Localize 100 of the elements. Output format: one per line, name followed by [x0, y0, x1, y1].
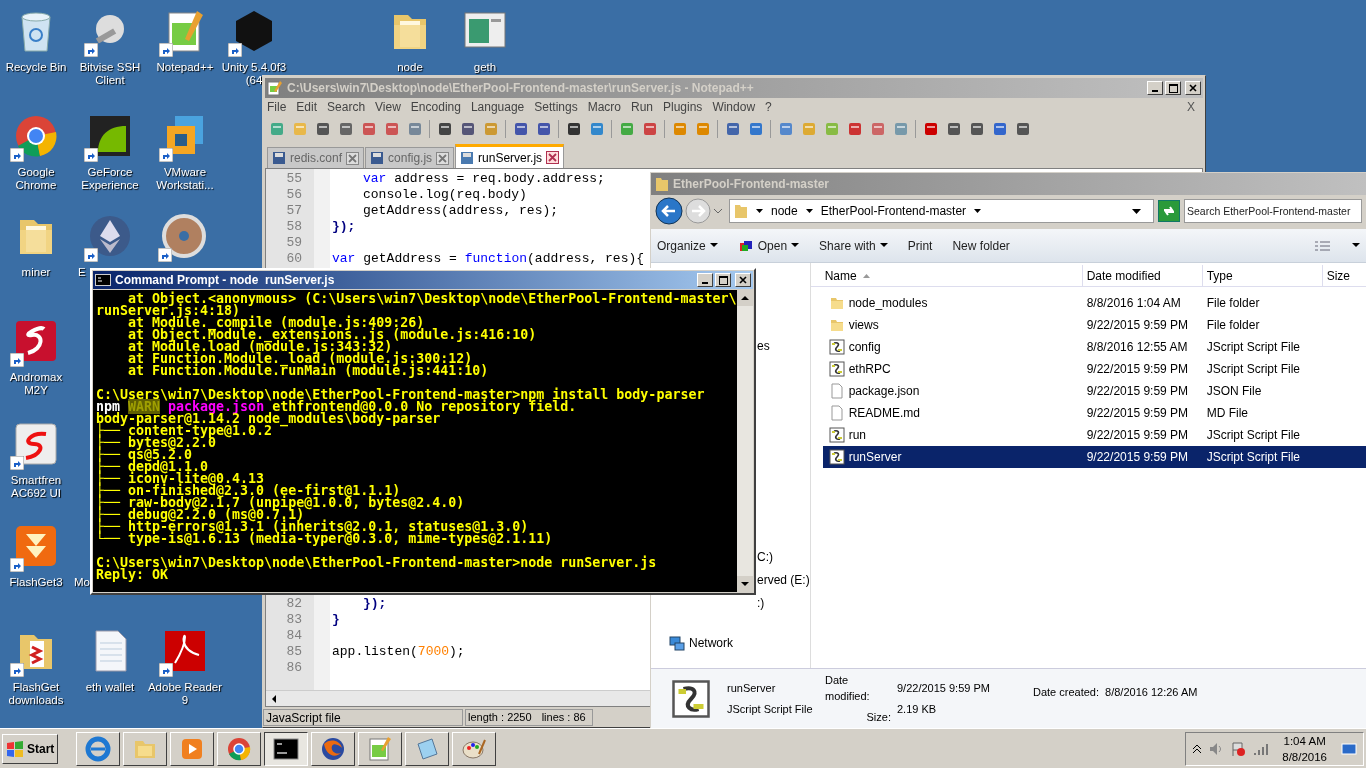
menu-item[interactable]: File [267, 98, 287, 116]
horizontal-scrollbar[interactable] [266, 690, 650, 706]
file-row[interactable]: views 9/22/2015 9:59 PM File folder [822, 314, 1366, 336]
flag-icon[interactable] [1230, 740, 1247, 757]
cube-icon [737, 238, 754, 253]
desktop-icon-label[interactable]: eth wallet [85, 681, 135, 694]
taskbar-button[interactable] [264, 731, 309, 766]
menu-item[interactable]: Encoding [410, 98, 461, 116]
nav-item[interactable]: es [757, 337, 810, 355]
clock-date[interactable]: 8/8/2016 [1282, 748, 1327, 765]
back-icon[interactable] [655, 197, 683, 225]
desktop-icon-label[interactable]: E [78, 266, 86, 279]
menu-item[interactable]: Run [631, 98, 653, 116]
maximize-button[interactable] [1165, 81, 1181, 95]
file-row[interactable]: runServer 9/22/2015 9:59 PM JScript Script File [822, 446, 1366, 468]
desktop-icon-label[interactable]: Recycle Bin [5, 61, 67, 74]
chevron-icon[interactable] [756, 208, 763, 214]
desktop-icon-label[interactable]: geth [473, 61, 497, 74]
file-tab[interactable]: redis.conf [267, 147, 365, 168]
show-desktop-icon[interactable] [1341, 740, 1357, 757]
clock-time[interactable]: 1:04 AM [1283, 732, 1326, 749]
caret-icon[interactable] [1352, 243, 1360, 248]
desktop-icon-label[interactable]: Notepad++ [156, 61, 214, 74]
desktop-icon-label[interactable]: Adobe Reader 9 [147, 681, 223, 707]
file-row[interactable]: run 9/22/2015 9:59 PM JScript Script File [822, 424, 1366, 446]
close-icon[interactable] [546, 151, 560, 164]
maximize-button[interactable] [715, 273, 731, 287]
file-tab[interactable]: config.js [365, 147, 455, 168]
nav-item[interactable]: Network [669, 634, 810, 652]
column-header[interactable]: Size [1322, 265, 1366, 286]
toolbar-icon [724, 121, 741, 137]
breadcrumb[interactable]: EtherPool-Frontend-master [820, 202, 967, 220]
nav-item[interactable]: :) [757, 594, 810, 612]
minimize-button[interactable] [697, 273, 713, 287]
toolbar-button[interactable]: Organize [657, 236, 718, 255]
toolbar-icon [641, 121, 658, 137]
menu-item[interactable]: Window [712, 98, 756, 116]
menu-item[interactable]: View [375, 98, 401, 116]
desktop-icon-label[interactable]: FlashGet3 [9, 576, 63, 589]
desktop-icon-label[interactable]: Smartfren AC692 UI [10, 474, 62, 500]
toolbar-button[interactable]: Print [907, 236, 933, 255]
desktop-icon-label[interactable]: Mo [74, 576, 90, 589]
file-date: 8/8/2016 1:04 AM [1085, 295, 1182, 312]
menu-item[interactable]: Edit [296, 98, 318, 116]
fox-globe-icon [320, 735, 347, 762]
desktop-icon-label[interactable]: GeForce Experience [81, 166, 139, 192]
desktop-icon-label[interactable]: FlashGet downloads [8, 681, 64, 707]
desktop-icon-label[interactable]: Bitvise SSH Client [79, 61, 141, 87]
shortcut-arrow-icon [84, 43, 98, 57]
chevron-icon[interactable] [974, 208, 982, 214]
close-icon[interactable] [436, 151, 450, 165]
file-row[interactable]: node_modules 8/8/2016 1:04 AM File folder [822, 292, 1366, 314]
scroll-down-icon[interactable] [737, 576, 753, 592]
vertical-scrollbar[interactable] [737, 290, 753, 592]
close-icon[interactable] [346, 151, 360, 165]
chevron-icon[interactable] [805, 208, 813, 214]
start-button[interactable]: Start [2, 733, 59, 764]
toolbar-icon [800, 121, 817, 137]
menu-item[interactable]: Search [327, 98, 366, 116]
menu-item[interactable]: Macro [587, 98, 621, 116]
file-row[interactable]: config 8/8/2016 12:55 AM JScript Script File [822, 336, 1366, 358]
file-row[interactable]: ethRPC 9/22/2015 9:59 PM JScript Script File [822, 358, 1366, 380]
menu-item[interactable]: Plugins [663, 98, 703, 116]
address-bar[interactable]: node EtherPool-Frontend-master [729, 199, 1154, 223]
scroll-up-icon[interactable] [737, 290, 753, 306]
file-type: JSON File [1205, 383, 1263, 400]
close-document-button[interactable]: X [1187, 98, 1201, 116]
file-row[interactable]: package.json 9/22/2015 9:59 PM JSON File [822, 380, 1366, 402]
desktop-icon-label[interactable]: miner [21, 266, 51, 279]
column-header[interactable]: Type [1202, 265, 1323, 286]
file-tab[interactable]: runServer.js [455, 144, 565, 168]
desktop-icon-label[interactable]: Unity 5.4.0f3 (64 [221, 61, 287, 87]
toolbar-button[interactable]: New folder [952, 236, 1010, 255]
close-button[interactable] [735, 273, 751, 287]
dropdown-icon[interactable] [1132, 208, 1141, 214]
shortcut-arrow-icon [159, 148, 173, 162]
sort-arrow-icon [862, 273, 870, 278]
toolbar-button[interactable]: Open [737, 236, 800, 255]
menu-item[interactable]: Settings [534, 98, 578, 116]
close-button[interactable] [1185, 81, 1201, 95]
file-row[interactable]: README.md 9/22/2015 9:59 PM MD File [822, 402, 1366, 424]
minimize-button[interactable] [1147, 81, 1163, 95]
desktop-icon-label[interactable]: Andromax M2Y [9, 371, 63, 397]
nav-item[interactable]: C:) [757, 548, 810, 566]
column-header[interactable]: Date modified [1082, 265, 1203, 286]
chevron-up-icon[interactable] [1192, 743, 1203, 754]
menu-item[interactable]: Language [470, 98, 525, 116]
toolbar-button[interactable]: Share with [819, 236, 888, 255]
breadcrumb[interactable]: node [771, 202, 798, 220]
desktop-icon-label[interactable]: Google Chrome [15, 166, 57, 192]
file-type: JScript Script File [1205, 361, 1302, 378]
refresh-button[interactable] [1158, 200, 1180, 222]
menu-item[interactable]: ? [765, 98, 772, 116]
desktop-icon-label[interactable]: node [397, 61, 423, 74]
desktop-icon-label[interactable]: VMware Workstati... [156, 166, 214, 192]
column-header[interactable]: Name [810, 265, 1083, 286]
shortcut-arrow-icon [84, 148, 98, 162]
nav-item[interactable]: erved (E:) [757, 571, 810, 589]
windows-logo-icon [6, 740, 24, 757]
search-field[interactable]: Search EtherPool-Frontend-master [1184, 199, 1362, 223]
